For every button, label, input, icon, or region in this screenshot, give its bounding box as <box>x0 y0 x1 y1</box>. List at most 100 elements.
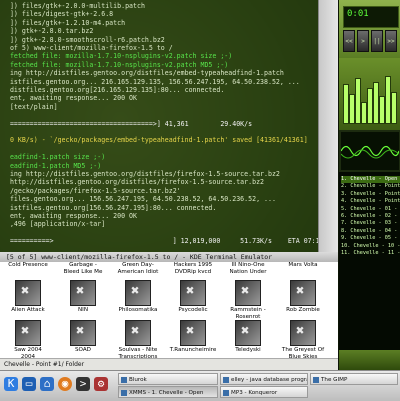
folder-label: T.Ranuncheimire <box>169 347 217 353</box>
playlist-item[interactable]: 9. Chevelle - 05 - Point #1 <box>341 235 400 242</box>
playlist-item[interactable]: 6. Chevelle - 02 - Point #1 <box>341 213 400 220</box>
folder-icon <box>70 320 96 346</box>
player-equalizer[interactable] <box>339 58 400 130</box>
app-icon <box>223 390 229 396</box>
file-manager-window[interactable]: [5 of 5] www-client/mozilla-firefox-1.5 … <box>0 252 338 370</box>
folder-label[interactable]: Garbage - Bleed Like Me <box>59 262 107 275</box>
terminal-scrollbar[interactable] <box>318 0 339 252</box>
player-main-panel: 0:01 << > || >> <box>339 0 400 58</box>
terminal-line: /gecko/packages/firefox-1.5-source.tar.b… <box>2 186 181 195</box>
folder-icon <box>180 320 206 346</box>
folder-label[interactable]: Mars Volta <box>279 262 327 269</box>
folder-icon <box>125 320 151 346</box>
folder-label: NIN <box>77 307 89 313</box>
visualizer-wave <box>341 145 399 159</box>
taskbar-task[interactable]: The GIMP <box>310 373 398 385</box>
terminal-line: ==========> ] 12,019,000 51.73K/s ETA 07… <box>2 237 318 246</box>
taskbar-task[interactable]: MP3 - Konqueror <box>220 386 308 398</box>
folder-label: Psycodelic <box>178 307 208 313</box>
terminal-line: istfiles.gentoo.org[156.56.247.195]:80..… <box>2 203 217 212</box>
window-title[interactable]: [5 of 5] www-client/mozilla-firefox-1.5 … <box>0 252 338 262</box>
folder-label[interactable]: Cold Presence <box>4 262 52 269</box>
terminal-line: files.gentoo.org... 156.56.247.195, 64.5… <box>2 195 276 204</box>
terminal-line: ]) files/gtk+-2.0.0-multilib.patch <box>2 2 145 10</box>
taskbar: K ▭ ⌂ ◉ > ⚙ Blurok XMMS - 1. Chevelle - O… <box>0 370 400 401</box>
home-icon[interactable]: ⌂ <box>40 377 54 391</box>
app-icon <box>313 377 319 383</box>
media-player[interactable]: 0:01 << > || >> 1. Chevelle - Open 2. Chevel… <box>338 0 400 370</box>
folder-icon <box>15 320 41 346</box>
terminal-line: ent, awaiting response... 200 OK <box>2 212 137 220</box>
terminal-line: http://distfiles.gentoo.org/distfiles/fi… <box>2 178 265 187</box>
desktop-icon[interactable]: ▭ <box>22 377 36 391</box>
player-button[interactable]: || <box>371 30 383 52</box>
terminal-line: ]) files/gtk+-1.2.10-m4.patch <box>2 18 126 27</box>
folder-label: Rob Zombie <box>286 307 320 313</box>
folder-icon <box>15 280 41 306</box>
folder-icon <box>180 280 206 306</box>
app-icon <box>121 390 127 396</box>
terminal-line: [text/plain] <box>2 102 58 111</box>
terminal-line: fetched file: mozilla-1.7.10-nsplugins-v… <box>2 52 233 61</box>
terminal-line: eadfind-1.patch MD5 ;-) <box>2 161 102 170</box>
app-icon <box>121 377 127 383</box>
taskbar-task-label: The GIMP <box>321 377 348 383</box>
player-button[interactable]: > <box>357 30 369 52</box>
folder-label[interactable]: Hackers 1995 DVDRip kvcd <box>169 262 217 275</box>
file-view[interactable]: Cold Presence Garbage - Bleed Like Me Gree… <box>0 262 338 360</box>
player-visualizer <box>341 132 399 170</box>
playlist-item[interactable]: 2. Chevelle - Point #1 <box>341 183 400 190</box>
playlist-item[interactable]: 5. Chevelle - 01 - Point #1 <box>341 206 400 213</box>
folder-icon <box>290 320 316 346</box>
kde-menu-icon[interactable]: K <box>4 377 18 391</box>
folder-label: Alien Attack <box>11 307 45 313</box>
terminal-line: ]) gtk+-2.8.0-smoothscroll-r6.patch.bz2 <box>2 35 165 44</box>
terminal-line: ent, awaiting response... 200 OK <box>2 94 137 103</box>
taskbar-task[interactable]: elley - java database progra <box>220 373 308 385</box>
terminal-line: eadfind-1.patch size ;-) <box>2 153 106 162</box>
folder-label[interactable]: Green Day- American Idiot <box>114 262 162 275</box>
playlist-item[interactable]: 7. Chevelle - 03 - Point #1 <box>341 220 400 227</box>
terminal-line: fetched file: mozilla-1.7.10-nsplugins-v… <box>2 60 229 69</box>
terminal-line: ing http://distfiles.gentoo.org/distfile… <box>2 69 284 78</box>
folder-icon <box>125 280 151 306</box>
terminal-line: 0 KB/s) - `/gecko/packages/embed-typeahe… <box>2 136 308 145</box>
folder-label[interactable]: III Nino-One Nation Under <box>224 262 272 275</box>
playlist-item[interactable]: 3. Chevelle - Point #2 <box>341 191 400 198</box>
folder-icon <box>290 280 316 306</box>
player-time: 0:01 <box>347 9 369 19</box>
firefox-icon[interactable]: ◉ <box>58 377 72 391</box>
playlist-item[interactable]: 10. Chevelle - 10 - Point #1 <box>341 243 400 250</box>
status-bar: Chevelle - Point #1/ Folder <box>0 358 338 370</box>
player-button[interactable]: >> <box>385 30 397 52</box>
terminal-line: distfiles.gentoo.org[216.165.129.135]:80… <box>2 86 225 94</box>
folder-label: SOAD <box>75 347 91 353</box>
taskbar-task-label: XMMS - 1. Chevelle - Open <box>129 390 204 396</box>
app-icon <box>223 377 229 383</box>
terminal-line: of 5) www-client/mozilla-firefox-1.5 to … <box>2 44 173 52</box>
terminal-window[interactable]: ]) files/gtk+-2.0.0-multilib.patch ]) fi… <box>0 0 318 252</box>
taskbar-task-label: Blurok <box>129 377 147 383</box>
playlist-item[interactable]: 11. Chevelle - 11 - Point #1 <box>341 250 400 257</box>
player-controls: << > || >> <box>343 30 397 52</box>
player-button[interactable]: << <box>343 30 355 52</box>
taskbar-task-label: elley - java database progra <box>231 377 308 383</box>
player-playlist-footer <box>339 350 400 370</box>
settings-icon[interactable]: ⚙ <box>94 377 108 391</box>
terminal-line: ]) gtk+-2.8.0.tar.bz2 <box>2 27 94 36</box>
folder-label: Teledyski <box>235 347 261 353</box>
taskbar-task[interactable]: XMMS - 1. Chevelle - Open <box>118 386 218 398</box>
terminal-line: ]) files/digest-gtk+-2.6.8 <box>2 10 114 19</box>
terminal-icon[interactable]: > <box>76 377 90 391</box>
folder-label: Philosomatika <box>118 307 158 313</box>
player-playlist[interactable]: 1. Chevelle - Open2. Chevelle - Point #1… <box>339 172 400 370</box>
playlist-item[interactable]: 4. Chevelle - Point #3 <box>341 198 400 205</box>
eq-slider[interactable] <box>391 92 397 124</box>
terminal-line: ing http://distfiles.gentoo.org/distfile… <box>2 170 280 178</box>
playlist-item[interactable]: 1. Chevelle - Open <box>341 176 400 183</box>
folder-icon <box>235 280 261 306</box>
taskbar-task[interactable]: Blurok <box>118 373 218 385</box>
taskbar-task-label: MP3 - Konqueror <box>231 390 278 396</box>
terminal-line: istfiles.gentoo.org... 216.165.129.135, … <box>2 77 300 86</box>
playlist-item[interactable]: 8. Chevelle - 04 - Point #1 <box>341 228 400 235</box>
